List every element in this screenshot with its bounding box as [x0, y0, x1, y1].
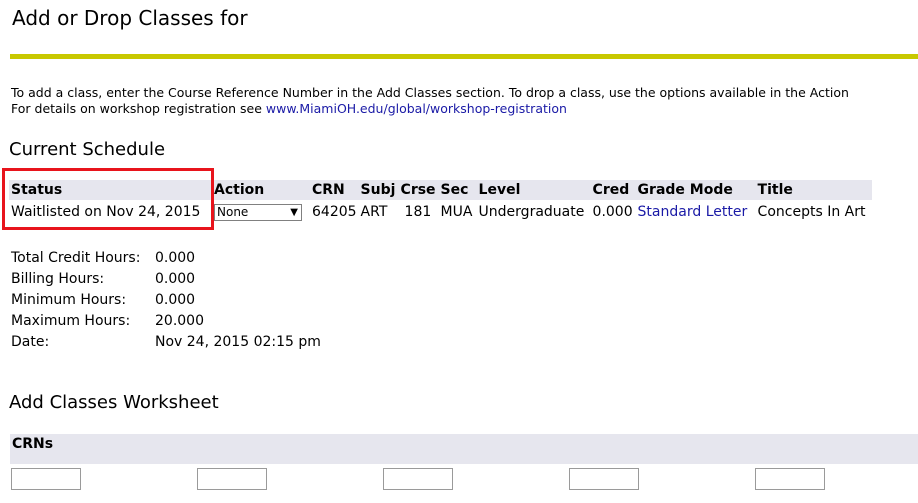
hours-row: Billing Hours: 0.000: [9, 268, 323, 289]
hours-row: Minimum Hours: 0.000: [9, 289, 323, 310]
hours-label: Billing Hours:: [11, 270, 105, 287]
action-select[interactable]: None ▼: [214, 203, 302, 221]
current-schedule-heading: Current Schedule: [9, 139, 166, 160]
hours-summary: Total Credit Hours: 0.000 Billing Hours:…: [9, 247, 323, 352]
title-cell: Concepts In Art: [757, 204, 866, 220]
hours-row: Date: Nov 24, 2015 02:15 pm: [9, 331, 323, 352]
col-crse: Crse: [398, 180, 439, 200]
crns-label: CRNs: [12, 436, 54, 452]
crse-cell: 181: [404, 204, 432, 220]
level-cell: Undergraduate: [478, 204, 585, 220]
crn-input-5[interactable]: [755, 468, 825, 490]
crns-header-bar: [10, 434, 918, 464]
action-select-value: None: [217, 204, 249, 219]
hours-label: Maximum Hours:: [11, 312, 131, 329]
col-crn: CRN: [310, 180, 359, 200]
hours-row: Total Credit Hours: 0.000: [9, 247, 323, 268]
hours-value: 20.000: [155, 312, 204, 329]
workshop-registration-link[interactable]: www.MiamiOH.edu/global/workshop-registra…: [266, 101, 567, 116]
hours-value: 0.000: [155, 249, 196, 266]
crn-input-1[interactable]: [11, 468, 81, 490]
hours-label: Total Credit Hours:: [11, 249, 141, 266]
col-level: Level: [476, 180, 591, 200]
hours-value: 0.000: [155, 270, 196, 287]
hours-label: Minimum Hours:: [11, 291, 127, 308]
chevron-down-icon: ▼: [290, 206, 298, 218]
title-divider: [10, 54, 918, 59]
sec-cell: MUA: [440, 204, 473, 220]
col-cred: Cred: [590, 180, 636, 200]
col-sec: Sec: [438, 180, 477, 200]
col-grade-mode: Grade Mode: [635, 180, 756, 200]
hours-value: Nov 24, 2015 02:15 pm: [155, 333, 321, 350]
col-action: Action: [212, 180, 310, 200]
instructions-line-2: For details on workshop registration see…: [11, 101, 567, 116]
crn-input-2[interactable]: [197, 468, 267, 490]
cred-cell: 0.000: [592, 204, 633, 220]
col-subj: Subj: [358, 180, 399, 200]
page-title: Add or Drop Classes for: [12, 6, 248, 30]
crn-input-4[interactable]: [569, 468, 639, 490]
hours-value: 0.000: [155, 291, 196, 308]
hours-label: Date:: [11, 333, 50, 350]
status-highlight-box: [2, 168, 214, 230]
crn-cell: 64205: [312, 204, 357, 220]
instructions-line-1: To add a class, enter the Course Referen…: [11, 85, 849, 100]
action-cell: None ▼: [212, 200, 310, 224]
subj-cell: ART: [360, 204, 388, 220]
grade-mode-link[interactable]: Standard Letter: [638, 204, 748, 220]
grade-mode-cell: Standard Letter: [636, 200, 756, 224]
instructions-prefix: For details on workshop registration see: [11, 101, 266, 116]
crn-input-3[interactable]: [383, 468, 453, 490]
hours-row: Maximum Hours: 20.000: [9, 310, 323, 331]
col-title: Title: [755, 180, 872, 200]
add-classes-worksheet-heading: Add Classes Worksheet: [9, 392, 219, 413]
